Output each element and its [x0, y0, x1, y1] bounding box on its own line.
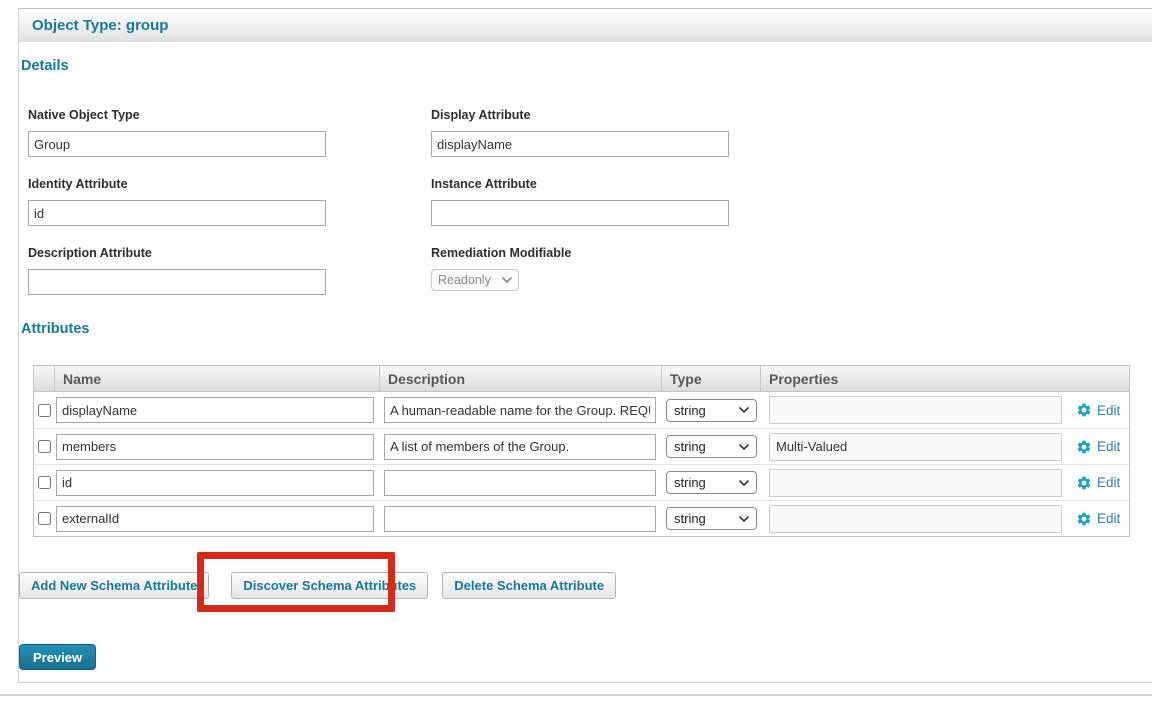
edit-link[interactable]: Edit [1076, 402, 1120, 418]
header-properties: Properties [760, 366, 1129, 391]
attribute-type-select[interactable]: string [666, 471, 757, 494]
gear-icon [1076, 402, 1092, 418]
field-display-attribute: Display Attribute [431, 108, 1152, 157]
identity-attribute-input[interactable] [28, 200, 326, 226]
chevron-down-icon [739, 480, 749, 486]
remediation-modifiable-label: Remediation Modifiable [431, 246, 1152, 260]
table-row: string Edit [34, 464, 1129, 500]
edit-link[interactable]: Edit [1076, 475, 1120, 491]
attribute-name-input[interactable] [56, 397, 374, 423]
add-new-schema-attribute-button[interactable]: Add New Schema Attribute [19, 572, 209, 599]
instance-attribute-input[interactable] [431, 200, 729, 226]
header-checkbox-column [34, 366, 54, 391]
attributes-table: Name Description Type Properties string [33, 365, 1130, 537]
header-description: Description [379, 366, 661, 391]
edit-link[interactable]: Edit [1076, 439, 1120, 455]
attributes-heading: Attributes [21, 321, 1152, 337]
edit-link-label[interactable]: Edit [1097, 475, 1120, 490]
attribute-properties-field [769, 469, 1062, 497]
header-type: Type [661, 366, 760, 391]
edit-link-label[interactable]: Edit [1097, 511, 1120, 526]
attribute-type-select[interactable]: string [666, 507, 757, 530]
remediation-modifiable-select[interactable]: Readonly [431, 269, 519, 291]
attribute-name-input[interactable] [56, 434, 374, 460]
schema-actions-row: Add New Schema Attribute Discover Schema… [19, 572, 1152, 599]
attribute-properties-field [769, 505, 1062, 533]
attribute-type-value: string [674, 475, 706, 490]
row-checkbox[interactable] [38, 512, 51, 525]
native-object-type-input[interactable] [28, 131, 326, 157]
table-row: string Edit [34, 428, 1129, 464]
attribute-name-input[interactable] [56, 506, 374, 532]
field-remediation-modifiable: Remediation Modifiable Readonly [431, 246, 1152, 295]
gear-icon [1076, 439, 1092, 455]
attribute-description-input[interactable] [384, 434, 656, 460]
description-attribute-input[interactable] [28, 269, 326, 295]
details-form: Native Object Type Display Attribute Ide… [28, 108, 1152, 295]
page: Object Type: group Details Native Object… [0, 0, 1152, 704]
attributes-table-header: Name Description Type Properties [34, 366, 1129, 392]
attribute-description-input[interactable] [384, 506, 656, 532]
details-heading: Details [21, 58, 1152, 74]
page-separator [0, 694, 1152, 696]
field-identity-attribute: Identity Attribute [28, 177, 431, 226]
attribute-type-select[interactable]: string [666, 435, 757, 458]
row-checkbox[interactable] [38, 440, 51, 453]
edit-link[interactable]: Edit [1076, 511, 1120, 527]
row-checkbox[interactable] [38, 404, 51, 417]
field-description-attribute: Description Attribute [28, 246, 431, 295]
chevron-down-icon [739, 407, 749, 413]
delete-schema-attribute-button[interactable]: Delete Schema Attribute [442, 572, 616, 599]
field-instance-attribute: Instance Attribute [431, 177, 1152, 226]
preview-button[interactable]: Preview [19, 644, 96, 670]
header-name: Name [54, 366, 379, 391]
table-row: string Edit [34, 500, 1129, 536]
attribute-name-input[interactable] [56, 470, 374, 496]
row-checkbox[interactable] [38, 476, 51, 489]
panel-title: Object Type: group [32, 17, 168, 34]
remediation-modifiable-value: Readonly [438, 273, 491, 287]
attribute-type-value: string [674, 439, 706, 454]
attribute-description-input[interactable] [384, 397, 656, 423]
object-type-panel: Object Type: group Details Native Object… [18, 8, 1152, 683]
chevron-down-icon [502, 277, 512, 283]
attribute-type-value: string [674, 403, 706, 418]
attribute-type-select[interactable]: string [666, 399, 757, 422]
field-native-object-type: Native Object Type [28, 108, 431, 157]
edit-link-label[interactable]: Edit [1097, 403, 1120, 418]
native-object-type-label: Native Object Type [28, 108, 431, 122]
chevron-down-icon [739, 516, 749, 522]
display-attribute-input[interactable] [431, 131, 729, 157]
discover-schema-attributes-button[interactable]: Discover Schema Attributes [231, 572, 428, 599]
identity-attribute-label: Identity Attribute [28, 177, 431, 191]
chevron-down-icon [739, 444, 749, 450]
attribute-type-value: string [674, 511, 706, 526]
description-attribute-label: Description Attribute [28, 246, 431, 260]
display-attribute-label: Display Attribute [431, 108, 1152, 122]
attribute-description-input[interactable] [384, 470, 656, 496]
edit-link-label[interactable]: Edit [1097, 439, 1120, 454]
table-row: string Edit [34, 392, 1129, 428]
panel-header: Object Type: group [19, 8, 1152, 42]
gear-icon [1076, 511, 1092, 527]
instance-attribute-label: Instance Attribute [431, 177, 1152, 191]
gear-icon [1076, 475, 1092, 491]
attribute-properties-field [769, 433, 1062, 461]
attribute-properties-field [769, 396, 1062, 424]
